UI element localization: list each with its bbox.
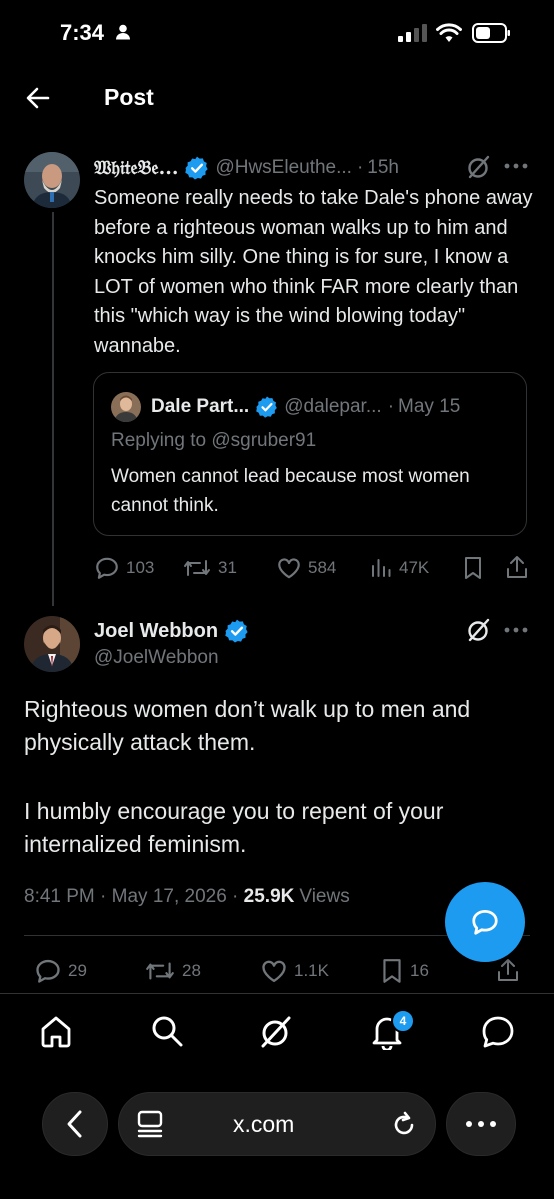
grok-icon[interactable] [466, 617, 492, 643]
repost-count: 28 [182, 961, 201, 980]
quote-display-name: Dale Part... [151, 396, 250, 417]
parent-tweet-text: Someone really needs to take Dale's phon… [94, 187, 533, 357]
heart-icon [262, 960, 286, 983]
main-handle[interactable]: @JoelWebbon [94, 647, 219, 669]
status-time: 7:34 [60, 20, 105, 45]
views-icon [372, 559, 391, 577]
verified-badge-icon [255, 395, 279, 419]
repost-count: 31 [218, 558, 237, 577]
reply-icon [96, 557, 118, 579]
cellular-signal-icon [398, 24, 428, 42]
main-tweet-paragraph-2: I humbly encourage you to repent of your… [24, 798, 444, 857]
like-count: 584 [308, 558, 337, 577]
repost-button[interactable]: 28 [144, 957, 201, 985]
reply-icon [36, 959, 60, 983]
quote-header: Dale Part... @dalepar... · May 15 [151, 395, 460, 419]
verified-badge-icon [224, 618, 250, 644]
home-icon[interactable] [38, 1014, 74, 1050]
quote-date: May 15 [398, 396, 461, 417]
replying-to: Replying to @sgruber91 [111, 430, 317, 451]
reply-button[interactable]: 29 [34, 957, 87, 985]
messages-icon[interactable] [480, 1014, 516, 1050]
more-dots-icon [466, 1121, 496, 1127]
avatar-dale [111, 392, 141, 422]
repost-icon [146, 962, 174, 980]
parent-time[interactable]: 15h [367, 157, 399, 179]
url-text: x.com [233, 1110, 295, 1137]
views-count: 47K [399, 558, 430, 577]
quote-handle: @dalepar... [284, 396, 382, 417]
share-icon[interactable] [505, 555, 529, 581]
notification-badge: 4 [391, 1009, 415, 1033]
back-arrow-icon[interactable] [24, 84, 52, 112]
more-options-icon[interactable] [503, 626, 529, 634]
like-button[interactable]: 584 [276, 555, 336, 581]
verified-badge-icon [184, 155, 210, 181]
share-icon[interactable] [496, 957, 520, 985]
more-options-icon[interactable] [503, 162, 529, 170]
main-display-name[interactable]: Joel Webbon [94, 620, 218, 643]
bookmark-button[interactable]: 16 [380, 957, 429, 985]
views-label: Views [299, 886, 350, 907]
tabs-icon [137, 1110, 163, 1138]
parent-handle[interactable]: @HwsEleuthe... [215, 157, 352, 179]
timestamp[interactable]: 8:41 PM · May 17, 2026 · [24, 886, 244, 907]
browser-more-button[interactable] [446, 1092, 516, 1156]
reply-bubble-icon [472, 910, 498, 935]
separator-dot: · [356, 157, 364, 178]
main-tweet-header: Joel Webbon [94, 618, 250, 644]
parent-display-name[interactable]: 𝔚𝔥𝔦𝔱𝔢𝔅𝔢... [94, 157, 178, 179]
repost-icon [184, 560, 210, 576]
bookmark-icon [383, 959, 401, 983]
parent-tweet-header: 𝔚𝔥𝔦𝔱𝔢𝔅𝔢... @HwsEleuthe... · 15h [94, 155, 399, 181]
bookmark-icon[interactable] [462, 555, 484, 581]
bottom-nav-divider [0, 993, 554, 994]
reply-count: 103 [126, 558, 155, 577]
chevron-left-icon [67, 1110, 82, 1138]
browser-back-button[interactable] [42, 1092, 108, 1156]
battery-icon [472, 22, 512, 44]
tweet-meta: 8:41 PM · May 17, 2026 · 25.9K Views [24, 886, 350, 908]
views-button[interactable]: 47K [369, 555, 429, 581]
quote-text: Women cannot lead because most women can… [111, 466, 470, 516]
views-count-main: 25.9K [243, 886, 295, 907]
repost-button[interactable]: 31 [182, 555, 237, 581]
separator-dot: · [387, 396, 395, 417]
compose-reply-button[interactable] [445, 882, 525, 962]
avatar-joel[interactable] [24, 616, 80, 672]
search-icon[interactable] [150, 1014, 184, 1048]
thread-line [52, 212, 54, 606]
reload-icon [394, 1111, 414, 1135]
bookmark-count: 16 [410, 961, 429, 980]
reply-button[interactable]: 103 [94, 555, 154, 581]
main-tweet-paragraph-1: Righteous women don’t walk up to men and… [24, 696, 471, 755]
grok-nav-icon[interactable] [258, 1014, 294, 1050]
wifi-icon [436, 23, 462, 43]
page-title: Post [104, 84, 154, 110]
avatar-whitebe[interactable] [24, 152, 80, 208]
like-count: 1.1K [294, 961, 329, 980]
person-icon [116, 24, 130, 40]
address-bar[interactable]: x.com [118, 1092, 436, 1156]
grok-icon[interactable] [466, 154, 492, 180]
like-button[interactable]: 1.1K [260, 957, 329, 985]
heart-icon [278, 558, 300, 579]
reply-count: 29 [68, 961, 87, 980]
